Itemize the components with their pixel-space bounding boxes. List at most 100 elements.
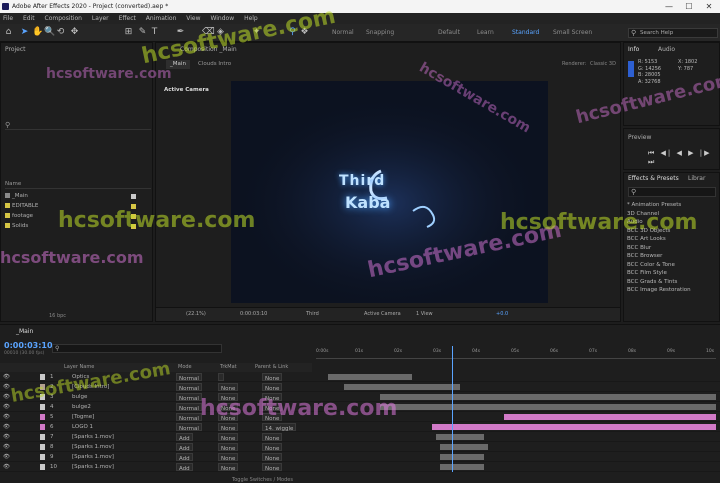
layer-name-header[interactable]: Layer Name [64, 363, 94, 372]
track-matte-dropdown[interactable]: None [218, 393, 239, 402]
track-matte-dropdown[interactable] [218, 373, 224, 381]
type-tool-icon[interactable]: T [150, 28, 159, 37]
effects-category[interactable]: 3D Channel [627, 210, 659, 219]
effects-category[interactable]: BCC Grads & Tints [627, 278, 677, 287]
layer-duration-bar[interactable] [436, 434, 484, 440]
eye-visibility-icon[interactable]: 👁 [3, 392, 10, 402]
track-matte-dropdown[interactable]: None [218, 453, 239, 462]
view-layout-dropdown[interactable]: 1 View [416, 311, 433, 317]
effects-category[interactable]: BCC Color & Tone [627, 261, 675, 270]
libraries-tab[interactable]: Librar [688, 175, 705, 182]
timeline-comp-tab[interactable]: _Main [16, 328, 33, 335]
axis-tool-icon[interactable]: ⚲ [288, 28, 297, 37]
eye-visibility-icon[interactable]: 👁 [3, 462, 10, 472]
track-matte-dropdown[interactable]: None [218, 423, 239, 432]
parent-dropdown[interactable]: None [262, 373, 283, 382]
parent-dropdown[interactable]: None [262, 463, 283, 472]
layer-duration-bar[interactable] [344, 384, 460, 390]
layer-name[interactable]: bulge2 [72, 402, 91, 412]
parent-dropdown[interactable]: None [262, 413, 283, 422]
selection-tool-icon[interactable]: ➤ [20, 28, 29, 37]
comp-tab-main[interactable]: _Main [166, 60, 190, 69]
effects-category[interactable]: BCC Blur [627, 244, 651, 253]
layer-row[interactable]: 👁 6 LOGO 1 Normal None 14. wiggle [0, 422, 720, 432]
layer-name[interactable]: [Clouds Intro] [72, 382, 109, 392]
timeline-timecode[interactable]: 0:00:03:10 [4, 341, 53, 350]
play-icon[interactable]: ▶ [688, 149, 695, 157]
layer-duration-bar[interactable] [440, 444, 488, 450]
audio-tab[interactable]: Audio [658, 46, 675, 53]
blend-mode-dropdown[interactable]: Add [176, 433, 193, 442]
help-search-field[interactable]: ⚲ Search Help [628, 28, 718, 38]
first-frame-icon[interactable]: ⏮ [648, 149, 656, 157]
rotate-tool-icon[interactable]: ⟲ [56, 28, 65, 37]
layer-row[interactable]: 👁 8 [Sparks 1.mov] Add None None [0, 442, 720, 452]
effects-category[interactable]: BCC Film Style [627, 269, 667, 278]
track-matte-dropdown[interactable]: None [218, 463, 239, 472]
blend-mode-dropdown[interactable]: Normal [176, 383, 202, 392]
blend-mode-dropdown[interactable]: Normal [176, 403, 202, 412]
workspace-standard[interactable]: Standard [512, 29, 539, 36]
layer-name[interactable]: Optics [72, 372, 89, 382]
workspace-default[interactable]: Default [438, 29, 460, 36]
blend-mode-dropdown[interactable]: Add [176, 453, 193, 462]
blend-mode-dropdown[interactable]: Add [176, 463, 193, 472]
effects-presets-tab[interactable]: Effects & Presets [628, 175, 679, 182]
renderer-value[interactable]: Classic 3D [590, 60, 616, 69]
parent-link-header[interactable]: Parent & Link [255, 363, 288, 372]
track-matte-dropdown[interactable]: None [218, 433, 239, 442]
layer-name[interactable]: [Sparks 1.mov] [72, 442, 114, 452]
layer-duration-bar[interactable] [328, 374, 412, 380]
snapping-label[interactable]: Snapping [366, 29, 394, 36]
move-tool-icon[interactable]: ✥ [70, 28, 79, 37]
trkmat-header[interactable]: TrkMat [220, 363, 237, 372]
menu-window[interactable]: Window [210, 15, 234, 22]
layer-label-color[interactable] [40, 374, 45, 380]
layer-label-color[interactable] [40, 414, 45, 420]
track-matte-dropdown[interactable]: None [218, 383, 239, 392]
layer-label-color[interactable] [40, 384, 45, 390]
prev-frame-icon[interactable]: ◀| [661, 149, 673, 157]
layer-duration-bar[interactable] [504, 414, 716, 420]
bit-depth-button[interactable]: 16 bpc [49, 313, 66, 319]
blend-mode-dropdown[interactable]: Add [176, 443, 193, 452]
brush-tool-icon[interactable]: ✒ [176, 28, 185, 37]
puppet-tool-icon[interactable]: ✦ [252, 28, 261, 37]
eraser-tool-icon[interactable]: ⌫ [202, 28, 215, 37]
camera-view-dropdown[interactable]: Active Camera [364, 311, 401, 317]
eye-visibility-icon[interactable]: 👁 [3, 452, 10, 462]
parent-dropdown[interactable]: None [262, 383, 283, 392]
project-column-header[interactable]: Name [5, 181, 151, 189]
project-item[interactable]: footage [5, 212, 145, 220]
layer-name[interactable]: bulge [72, 392, 87, 402]
effects-search-field[interactable]: ⚲ [628, 187, 716, 197]
time-ruler[interactable]: 0:00s 01s 02s 03s 04s 05s 06s 07s 08s 09s 10s [316, 347, 716, 359]
layer-row[interactable]: 👁 4 bulge2 Normal None None [0, 402, 720, 412]
playhead[interactable] [452, 346, 453, 472]
last-frame-icon[interactable]: ⏭ [648, 158, 656, 166]
shape-tool-icon[interactable]: ⊞ [124, 28, 133, 37]
grid-tool-icon[interactable]: ❖ [300, 28, 309, 37]
menu-edit[interactable]: Edit [23, 15, 35, 22]
layer-name[interactable]: [Sparks 1.mov] [72, 432, 114, 442]
menu-file[interactable]: File [3, 15, 13, 22]
eye-visibility-icon[interactable]: 👁 [3, 422, 10, 432]
blend-mode-dropdown[interactable]: Normal [176, 413, 202, 422]
project-search-field[interactable]: ⚲ [5, 121, 151, 130]
menu-layer[interactable]: Layer [92, 15, 109, 22]
layer-duration-bar[interactable] [380, 394, 716, 400]
workspace-learn[interactable]: Learn [477, 29, 494, 36]
layer-row[interactable]: 👁 10 [Sparks 1.mov] Add None None [0, 462, 720, 472]
layer-row[interactable]: 👁 2 [Clouds Intro] Normal None None [0, 382, 720, 392]
layer-name[interactable]: [Togme] [72, 412, 94, 422]
layer-duration-bar[interactable] [440, 464, 484, 470]
mode-header[interactable]: Mode [178, 363, 192, 372]
layer-label-color[interactable] [40, 424, 45, 430]
parent-dropdown[interactable]: None [262, 403, 283, 412]
parent-dropdown[interactable]: None [262, 433, 283, 442]
resolution-dropdown[interactable]: Third [306, 311, 319, 317]
layer-duration-bar[interactable] [380, 404, 716, 410]
track-matte-dropdown[interactable]: None [218, 443, 239, 452]
project-item[interactable]: Solids [5, 222, 145, 230]
project-item[interactable]: _Main [5, 192, 145, 200]
